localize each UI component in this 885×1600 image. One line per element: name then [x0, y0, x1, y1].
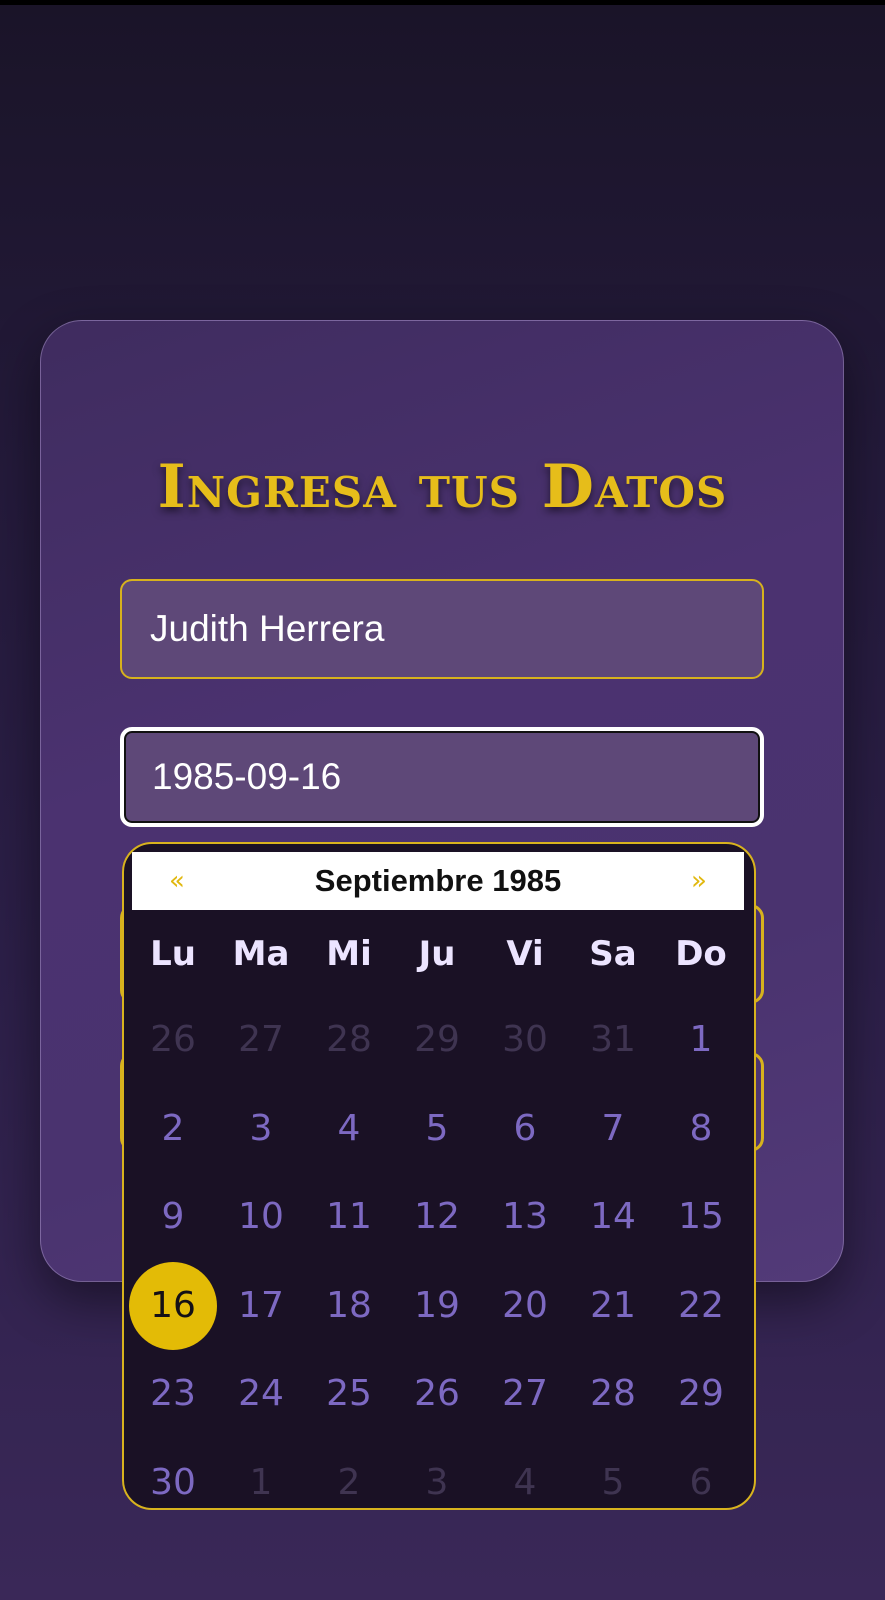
calendar-day[interactable]: 2: [129, 1085, 217, 1173]
calendar-day[interactable]: 22: [657, 1262, 745, 1350]
weekday-label: Lu: [150, 934, 196, 974]
calendar-day[interactable]: 5: [393, 1085, 481, 1173]
calendar-day[interactable]: 11: [305, 1173, 393, 1261]
calendar-day[interactable]: 6: [481, 1085, 569, 1173]
calendar-day[interactable]: 23: [129, 1350, 217, 1438]
calendar-day[interactable]: 3: [217, 1085, 305, 1173]
calendar-day[interactable]: 19: [393, 1262, 481, 1350]
name-input-value: Judith Herrera: [150, 608, 385, 649]
weekday-label: Do: [675, 934, 727, 974]
calendar-day[interactable]: 18: [305, 1262, 393, 1350]
calendar-day[interactable]: 21: [569, 1262, 657, 1350]
calendar-day-outside-month[interactable]: 31: [569, 996, 657, 1084]
calendar-day-outside-month[interactable]: 28: [305, 996, 393, 1084]
month-year-label: Septiembre 1985: [314, 863, 562, 898]
calendar-day[interactable]: 17: [217, 1262, 305, 1350]
calendar-day-outside-month[interactable]: 27: [217, 996, 305, 1084]
prev-month-button[interactable]: «: [142, 852, 212, 910]
weekday-label: Sa: [589, 934, 637, 974]
calendar-day[interactable]: 8: [657, 1085, 745, 1173]
calendar-day-outside-month[interactable]: 2: [305, 1439, 393, 1508]
calendar-day-outside-month[interactable]: 30: [481, 996, 569, 1084]
calendar-day[interactable]: 10: [217, 1173, 305, 1261]
calendar-day[interactable]: 20: [481, 1262, 569, 1350]
date-picker-popup: Septiembre 1985 « » Lu Ma Mi Ju Vi Sa Do 26 27 2…: [122, 842, 756, 1510]
weekday-label: Vi: [506, 934, 544, 974]
calendar-day[interactable]: 24: [217, 1350, 305, 1438]
calendar-day[interactable]: 29: [657, 1350, 745, 1438]
birthdate-input-value: 1985-09-16: [152, 756, 342, 797]
next-month-button[interactable]: »: [664, 852, 734, 910]
calendar-day-outside-month[interactable]: 3: [393, 1439, 481, 1508]
weekday-label: Mi: [326, 934, 372, 974]
selected-day[interactable]: 16: [129, 1262, 217, 1350]
calendar-day[interactable]: 26: [393, 1350, 481, 1438]
calendar-day[interactable]: 14: [569, 1173, 657, 1261]
name-input[interactable]: Judith Herrera: [120, 579, 764, 679]
calendar-day[interactable]: 25: [305, 1350, 393, 1438]
date-picker-header: Septiembre 1985 « »: [132, 852, 744, 910]
calendar-day-outside-month[interactable]: 5: [569, 1439, 657, 1508]
calendar-day[interactable]: 28: [569, 1350, 657, 1438]
calendar-day[interactable]: 4: [305, 1085, 393, 1173]
status-bar-strip: [0, 0, 885, 5]
calendar-day[interactable]: 13: [481, 1173, 569, 1261]
calendar-day-outside-month[interactable]: 1: [217, 1439, 305, 1508]
form-title: Ingresa tus Datos: [157, 452, 728, 522]
birthdate-input[interactable]: 1985-09-16: [120, 727, 764, 827]
calendar-day[interactable]: 30: [129, 1439, 217, 1508]
weekday-label: Ma: [232, 934, 290, 974]
calendar-day[interactable]: 12: [393, 1173, 481, 1261]
calendar-day[interactable]: 9: [129, 1173, 217, 1261]
calendar-day[interactable]: 7: [569, 1085, 657, 1173]
calendar-day-outside-month[interactable]: 29: [393, 996, 481, 1084]
weekday-header-row: Lu Ma Mi Ju Vi Sa Do: [124, 914, 754, 994]
calendar-day[interactable]: 27: [481, 1350, 569, 1438]
calendar-day-outside-month[interactable]: 6: [657, 1439, 745, 1508]
calendar-day-outside-month[interactable]: 26: [129, 996, 217, 1084]
calendar-day[interactable]: 15: [657, 1173, 745, 1261]
calendar-day[interactable]: 1: [657, 996, 745, 1084]
calendar-day-outside-month[interactable]: 4: [481, 1439, 569, 1508]
weekday-label: Ju: [418, 934, 456, 974]
